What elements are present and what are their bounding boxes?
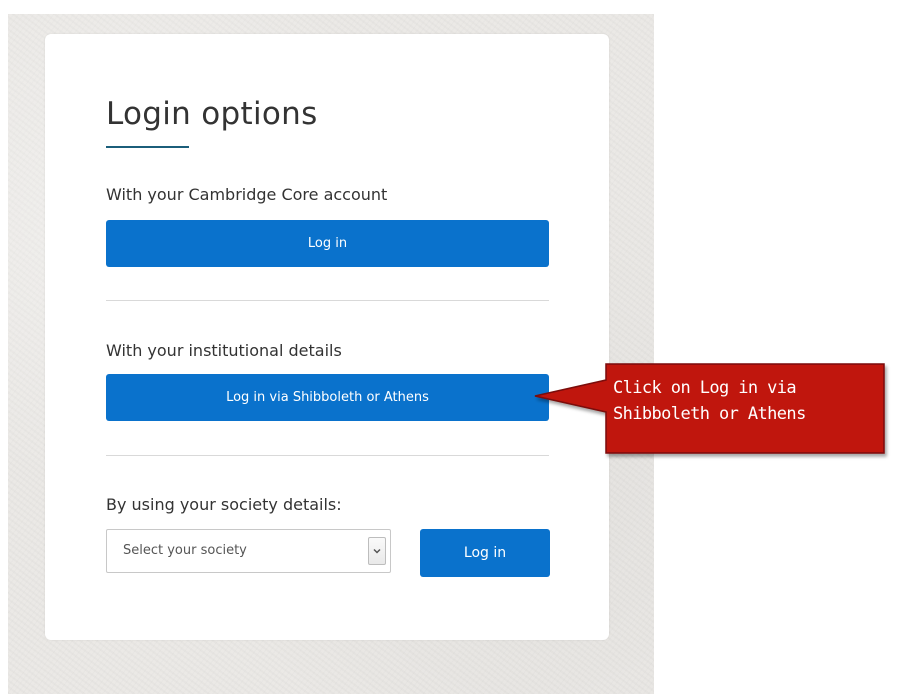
shibboleth-athens-login-button[interactable]: Log in via Shibboleth or Athens (106, 374, 549, 421)
annotation-line: Click on Log in via (613, 378, 797, 398)
society-details-label: By using your society details: (106, 495, 342, 514)
annotation-line: Shibboleth or Athens (613, 404, 806, 424)
page-title: Login options (106, 96, 318, 132)
cambridge-login-button[interactable]: Log in (106, 220, 549, 267)
society-select[interactable]: Select your society (106, 529, 391, 573)
title-underline (106, 146, 189, 148)
section-divider (106, 300, 549, 301)
institutional-details-label: With your institutional details (106, 341, 342, 360)
chevron-down-icon[interactable] (368, 537, 386, 565)
society-select-value: Select your society (123, 543, 247, 558)
society-login-button[interactable]: Log in (420, 529, 550, 577)
section-divider (106, 455, 549, 456)
cambridge-account-label: With your Cambridge Core account (106, 185, 388, 204)
annotation-text: Click on Log in via Shibboleth or Athens (613, 375, 883, 427)
